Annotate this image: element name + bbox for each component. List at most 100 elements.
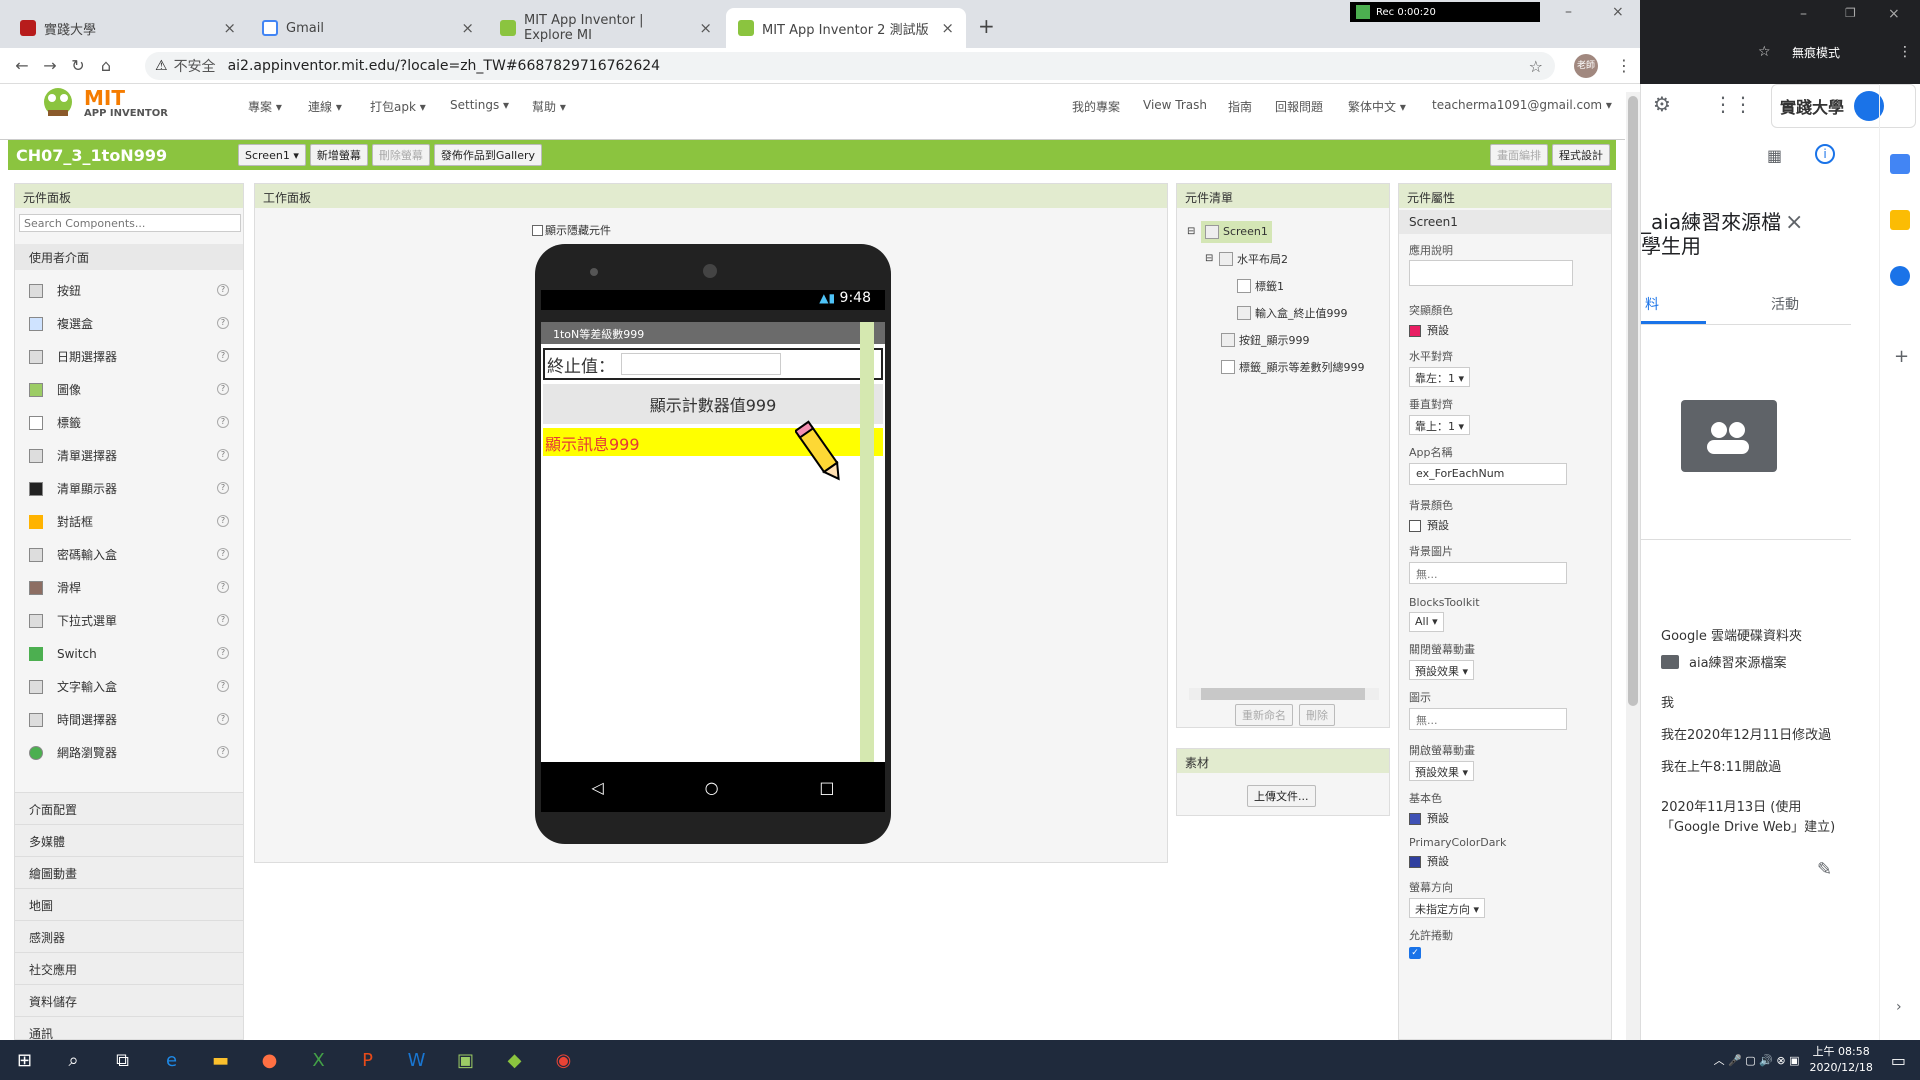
search-input[interactable] [19,214,241,232]
palette-item-webviewer[interactable]: 網路瀏覽器? [15,736,243,769]
menu-language[interactable]: 繁体中文 ▾ [1348,98,1406,115]
minimize-icon[interactable]: – [1800,6,1807,22]
home-icon[interactable]: ⌂ [92,56,120,75]
collapse-icon[interactable]: ⊟ [1187,226,1201,237]
browser-tab-4[interactable]: MIT App Inventor 2 測試版 × [726,8,966,48]
pencil-edit-icon[interactable]: ✎ [1817,859,1832,880]
apps-grid-icon[interactable]: ⋮⋮ [1713,92,1753,116]
palette-item-slider[interactable]: 滑桿? [15,571,243,604]
bg-color-picker[interactable]: 預設 [1409,517,1609,533]
powerpoint-icon[interactable]: P [343,1040,392,1080]
show-counter-button[interactable]: 顯示計數器值999 [543,384,883,424]
help-icon[interactable]: ? [217,746,229,758]
palette-item-image[interactable]: 圖像? [15,373,243,406]
category-drawing[interactable]: 繪圖動畫 [15,856,243,888]
category-media[interactable]: 多媒體 [15,824,243,856]
avatar[interactable]: 老師 [1574,54,1598,78]
blocks-toolkit-dropdown[interactable]: All ▾ [1409,612,1444,632]
palette-item-listpicker[interactable]: 清單選擇器? [15,439,243,472]
help-icon[interactable]: ? [217,482,229,494]
palette-item-checkbox[interactable]: 複選盒? [15,307,243,340]
palette-item-switch[interactable]: Switch? [15,637,243,670]
help-icon[interactable]: ? [217,284,229,296]
end-value-textbox[interactable] [621,353,781,375]
category-storage[interactable]: 資料儲存 [15,984,243,1016]
close-icon[interactable]: × [223,19,236,37]
tab-activity[interactable]: 活動 [1771,294,1799,314]
category-sensors[interactable]: 感測器 [15,920,243,952]
edge-icon[interactable]: e [147,1040,196,1080]
android-icon[interactable]: ◆ [490,1040,539,1080]
menu-guide[interactable]: 指南 [1228,98,1252,115]
help-icon[interactable]: ? [217,416,229,428]
new-tab-icon[interactable]: + [978,14,995,38]
menu-project[interactable]: 專案 ▾ [248,98,282,115]
palette-item-passwordtextbox[interactable]: 密碼輸入盒? [15,538,243,571]
forward-icon[interactable]: → [36,56,64,75]
excel-icon[interactable]: X [294,1040,343,1080]
icon-field[interactable]: 無... [1409,708,1567,730]
orientation-dropdown[interactable]: 未指定方向 ▾ [1409,898,1486,918]
scroll-thumb[interactable] [1628,96,1638,706]
horizontal-arrangement[interactable]: 終止值： [543,348,883,380]
tree-node-label2[interactable]: 標籤_顯示等差數列總999 [1187,353,1387,380]
publish-gallery-button[interactable]: 發佈作品到Gallery [433,144,543,166]
kebab-menu-icon[interactable]: ⋮ [1616,56,1632,75]
help-icon[interactable]: ? [217,647,229,659]
scrollable-checkbox[interactable]: ✓ [1409,947,1421,959]
open-anim-dropdown[interactable]: 預設效果 ▾ [1409,761,1475,781]
tree-node-arrangement[interactable]: ⊟ 水平布局2 [1187,245,1387,272]
blocks-button[interactable]: 程式設計 [1552,144,1610,166]
folder-link[interactable]: aia練習來源檔案 [1661,652,1787,671]
menu-build[interactable]: 打包apk ▾ [370,98,426,115]
designer-button[interactable]: 畫面編排 [1490,144,1548,166]
valign-dropdown[interactable]: 靠上：1 ▾ [1409,415,1471,435]
delete-button[interactable]: 刪除 [1299,704,1335,726]
palette-item-textbox[interactable]: 文字輸入盒? [15,670,243,703]
tasks-icon[interactable] [1890,266,1910,286]
help-icon[interactable]: ? [217,581,229,593]
help-icon[interactable]: ? [217,515,229,527]
tree-hscrollbar[interactable] [1189,688,1379,700]
menu-connect[interactable]: 連線 ▾ [308,98,342,115]
star-icon[interactable]: ☆ [1529,57,1543,76]
menu-account[interactable]: teacherma1091@gmail.com ▾ [1432,98,1612,112]
palette-item-button[interactable]: 按鈕? [15,274,243,307]
screen-select[interactable]: Screen1 ▾ [238,144,306,166]
help-icon[interactable]: ? [217,317,229,329]
close-icon[interactable]: × [461,19,474,37]
notification-icon[interactable]: ▭ [1891,1051,1906,1070]
palette-item-notifier[interactable]: 對話框? [15,505,243,538]
photos-icon[interactable]: ▣ [441,1040,490,1080]
category-connectivity[interactable]: 通訊 [15,1016,243,1039]
phone-screen[interactable]: 1toN等差級數999 終止值： 顯示計數器值999 顯示訊息999 [541,322,885,762]
close-icon[interactable]: × [1785,210,1803,235]
chrome-icon[interactable]: ◉ [539,1040,588,1080]
windows-start-icon[interactable]: ⊞ [0,1040,49,1080]
help-icon[interactable]: ? [217,680,229,692]
palette-item-label[interactable]: 標籤? [15,406,243,439]
close-window-icon[interactable]: × [1888,6,1900,22]
primary-dark-picker[interactable]: 預設 [1409,853,1609,869]
kebab-menu-icon[interactable]: ⋮ [1898,44,1912,60]
menu-report[interactable]: 回報問題 [1275,98,1323,115]
category-maps[interactable]: 地圖 [15,888,243,920]
browser-tab-1[interactable]: 實踐大學 × [8,8,248,48]
help-icon[interactable]: ? [217,713,229,725]
category-social[interactable]: 社交應用 [15,952,243,984]
palette-item-timepicker[interactable]: 時間選擇器? [15,703,243,736]
task-view-icon[interactable]: ⧉ [98,1040,147,1080]
close-icon[interactable]: × [699,19,712,37]
browser-tab-3[interactable]: MIT App Inventor | Explore MI × [488,8,724,48]
firefox-icon[interactable]: ● [245,1040,294,1080]
close-icon[interactable]: × [941,19,954,37]
collapse-icon[interactable]: ⊟ [1205,253,1219,264]
menu-help[interactable]: 幫助 ▾ [532,98,566,115]
upload-file-button[interactable]: 上傳文件... [1247,785,1316,807]
grid-view-icon[interactable]: ▦ [1767,146,1782,165]
close-anim-dropdown[interactable]: 預設效果 ▾ [1409,660,1475,680]
browser-tab-2[interactable]: Gmail × [250,8,486,48]
help-icon[interactable]: ? [217,614,229,626]
menu-view-trash[interactable]: View Trash [1143,98,1207,112]
rename-button[interactable]: 重新命名 [1235,704,1293,726]
